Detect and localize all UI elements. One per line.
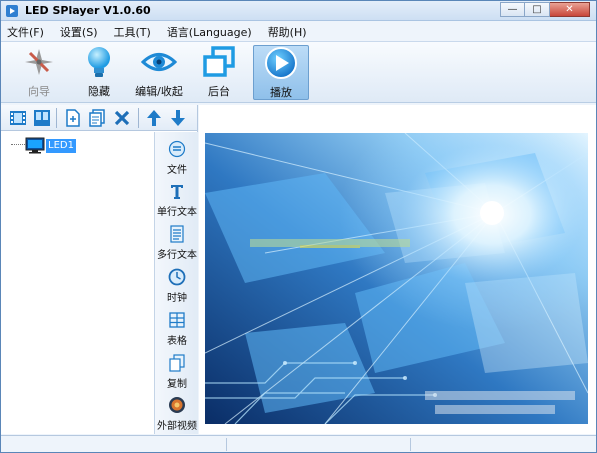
clock-tool[interactable]: 时钟 <box>155 268 199 304</box>
play-icon <box>265 47 297 79</box>
menu-settings[interactable]: 设置(S) <box>60 24 98 40</box>
table-icon <box>169 312 185 328</box>
hide-button[interactable]: 隐藏 <box>71 45 127 100</box>
minimize-button[interactable]: — <box>500 2 525 17</box>
left-panel: LED1 文件 单行文本 多行文本 时钟 表格 复制 外部视频 <box>1 105 198 434</box>
multi-line-text-label: 多行文本 <box>157 250 197 261</box>
single-line-text-tool[interactable]: 单行文本 <box>155 182 199 218</box>
compass-icon <box>25 49 53 75</box>
status-cell-middle <box>227 438 411 451</box>
app-logo-icon <box>6 5 18 17</box>
file-tool-label: 文件 <box>167 165 187 176</box>
guide-button[interactable]: 向导 <box>11 45 67 100</box>
table-tool-label: 表格 <box>167 336 187 347</box>
main-toolbar: 向导 隐藏 编辑/收起 后台 播放 <box>1 41 596 103</box>
toolbar-separator <box>138 108 139 128</box>
content-tools: 文件 单行文本 多行文本 时钟 表格 复制 外部视频 <box>154 132 198 434</box>
led-preview-image[interactable] <box>205 133 588 424</box>
play-button[interactable]: 播放 <box>253 45 309 100</box>
new-page-icon[interactable] <box>64 109 82 127</box>
program-tree: LED1 <box>1 132 153 434</box>
multi-line-text-tool[interactable]: 多行文本 <box>155 225 199 261</box>
clock-icon <box>168 268 186 286</box>
tree-connector <box>11 144 25 145</box>
play-label: 播放 <box>270 86 292 99</box>
table-tool[interactable]: 表格 <box>155 311 199 347</box>
delete-icon[interactable] <box>113 109 131 127</box>
app-window: LED SPlayer V1.0.60 — □ ✕ 文件(F) 设置(S) 工具… <box>0 0 597 453</box>
status-bar <box>1 435 596 452</box>
tree-node-led1[interactable]: LED1 <box>46 139 76 153</box>
toolbar-separator <box>56 108 57 128</box>
hide-label: 隐藏 <box>88 85 110 98</box>
copy-icon <box>169 354 185 372</box>
preview-area <box>199 105 596 434</box>
close-button[interactable]: ✕ <box>550 2 590 17</box>
window-title: LED SPlayer V1.0.60 <box>25 4 151 17</box>
clock-tool-label: 时钟 <box>167 293 187 304</box>
text-icon <box>171 185 183 199</box>
guide-label: 向导 <box>28 85 50 98</box>
document-icon <box>170 225 184 243</box>
menu-tools[interactable]: 工具(T) <box>114 24 151 40</box>
external-video-label: 外部视频 <box>157 421 197 432</box>
windows-icon <box>203 46 235 77</box>
copy-tool[interactable]: 复制 <box>155 354 199 390</box>
menu-file[interactable]: 文件(F) <box>7 24 44 40</box>
copy-page-icon[interactable] <box>88 109 106 127</box>
maximize-icon: □ <box>532 4 542 15</box>
arrow-down-icon[interactable] <box>169 109 187 127</box>
monitor-icon <box>25 137 45 154</box>
menu-language[interactable]: 语言(Language) <box>167 24 252 40</box>
eye-icon <box>141 53 177 71</box>
film-icon[interactable] <box>9 109 27 127</box>
edit-collapse-button[interactable]: 编辑/收起 <box>131 45 187 100</box>
edit-collapse-label: 编辑/收起 <box>135 85 183 98</box>
external-video-tool[interactable]: 外部视频 <box>155 396 199 432</box>
copy-tool-label: 复制 <box>167 379 187 390</box>
menu-help[interactable]: 帮助(H) <box>268 24 307 40</box>
window-controls: — □ ✕ <box>500 2 590 18</box>
minimize-icon: — <box>507 4 518 15</box>
lightbulb-icon <box>88 47 110 77</box>
tree-toolbar <box>1 105 197 131</box>
status-cell-right <box>411 438 596 451</box>
media-file-icon <box>168 140 186 158</box>
status-cell-left <box>1 438 227 451</box>
file-tool[interactable]: 文件 <box>155 140 199 176</box>
video-icon <box>169 397 185 413</box>
background-label: 后台 <box>208 85 230 98</box>
single-line-text-label: 单行文本 <box>157 207 197 218</box>
close-icon: ✕ <box>565 4 574 15</box>
background-button[interactable]: 后台 <box>191 45 247 100</box>
layout-icon[interactable] <box>33 109 51 127</box>
title-bar: LED SPlayer V1.0.60 — □ ✕ <box>1 1 596 21</box>
arrow-up-icon[interactable] <box>145 109 163 127</box>
menu-bar: 文件(F) 设置(S) 工具(T) 语言(Language) 帮助(H) <box>1 22 596 41</box>
maximize-button[interactable]: □ <box>525 2 550 17</box>
